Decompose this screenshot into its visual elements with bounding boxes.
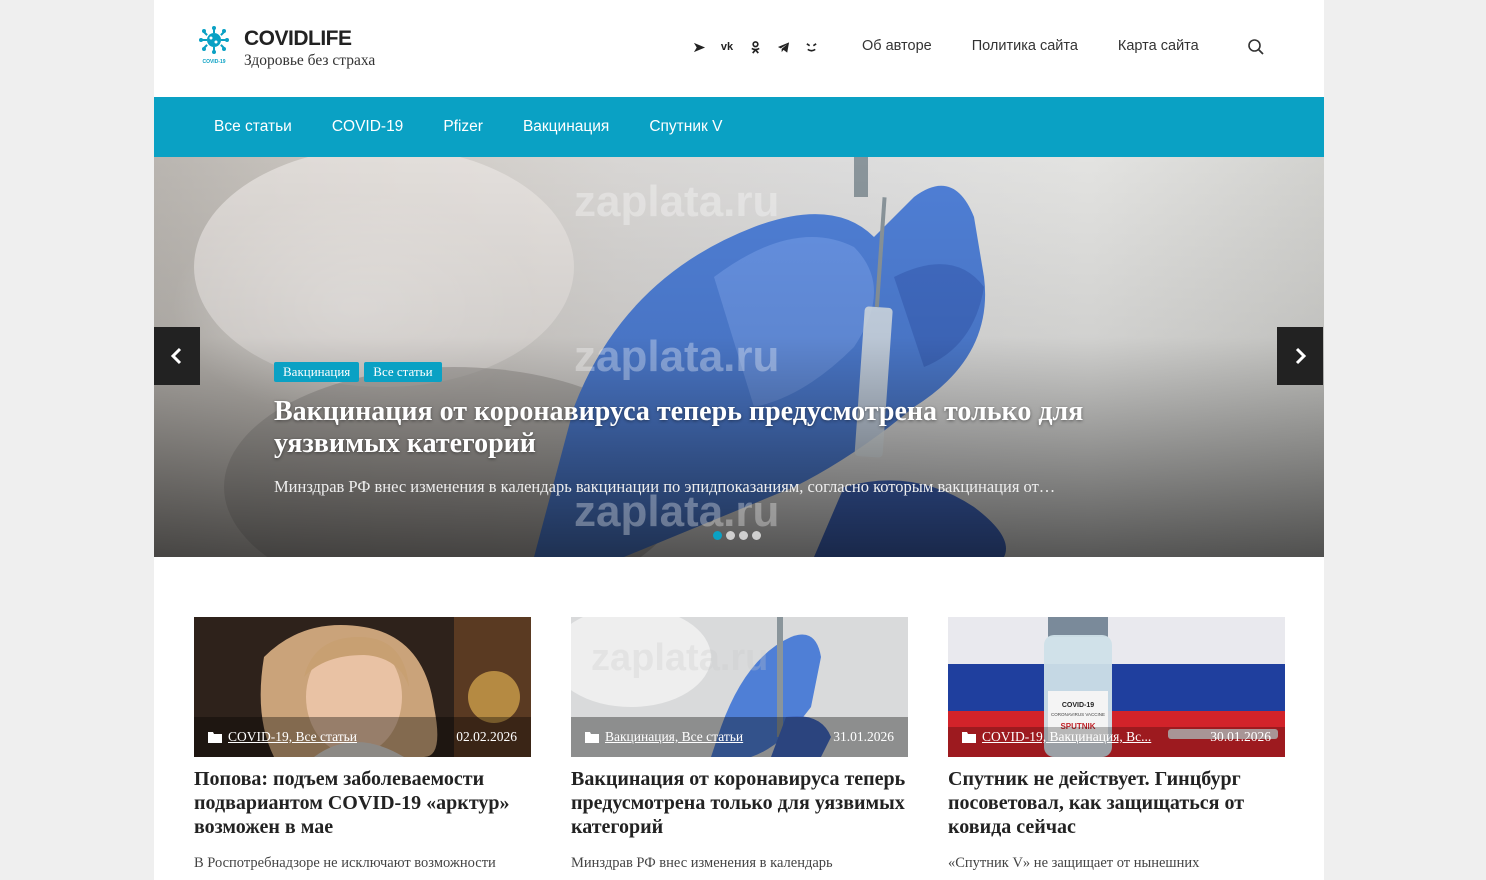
article-date: 02.02.2026 [456,729,517,744]
nav-item-pfizer[interactable]: Pfizer [443,118,483,136]
article-excerpt: «Спутник V» не защищает от нынешних [948,855,1200,871]
virus-logo-icon[interactable]: COVID-19 [198,26,230,66]
nav-item-vaccination[interactable]: Вакцинация [523,118,609,136]
logo-badge-text: COVID-19 [202,59,225,65]
article-date: 31.01.2026 [833,729,894,744]
folder-icon [208,732,222,743]
article-card[interactable]: COVID-19, Все статьи 02.02.2026 Попова: … [194,617,531,873]
nav-item-covid19[interactable]: COVID-19 [332,118,404,136]
share-icon[interactable] [690,39,708,55]
article-date: 30.01.2026 [1210,729,1271,744]
hero-tag-vaccination[interactable]: Вакцинация [274,362,360,382]
article-title[interactable]: Спутник не действует. Гинцбург посоветов… [948,767,1285,839]
vial-sub: CORONAVIRUS VACCINE [1051,712,1105,717]
article-thumbnail[interactable]: zaplata.ru Вакцинация, Все статьи 31.01.… [571,617,908,757]
article-thumbnail[interactable]: COVID-19 CORONAVIRUS VACCINE SPUTNIK COV… [948,617,1285,757]
vial-label: COVID-19 [1062,702,1094,709]
article-thumbnail[interactable]: COVID-19, Все статьи 02.02.2026 [194,617,531,757]
search-icon[interactable] [1247,38,1265,56]
article-meta: COVID-19, Вакцинация, Вс... 30.01.2026 [962,729,1271,745]
hero-excerpt: Минздрав РФ внес изменения в календарь в… [274,477,1056,496]
folder-icon [962,732,976,743]
article-card[interactable]: COVID-19 CORONAVIRUS VACCINE SPUTNIK COV… [948,617,1285,873]
main-nav: Все статьи COVID-19 Pfizer Вакцинация Сп… [154,97,1324,157]
article-meta: Вакцинация, Все статьи 31.01.2026 [585,729,894,745]
article-title[interactable]: Вакцинация от коронавируса теперь предус… [571,767,908,839]
dzen-icon[interactable] [802,39,820,55]
top-link-sitemap[interactable]: Карта сайта [1118,38,1199,54]
slider-next-button[interactable] [1277,327,1323,385]
article-categories[interactable]: Вакцинация, Все статьи [605,729,743,745]
vk-icon[interactable]: vk [718,39,736,55]
hero-slider[interactable]: zaplata.ru zaplata.ru zaplata.ru Вакцина… [154,157,1324,557]
slider-dot[interactable] [713,531,722,540]
slider-dot[interactable] [726,531,735,540]
social-links: vk [690,39,820,55]
chevron-right-icon [1295,347,1307,365]
nav-item-all[interactable]: Все статьи [214,118,292,136]
top-link-about[interactable]: Об авторе [862,38,932,54]
article-meta: COVID-19, Все статьи 02.02.2026 [208,729,517,745]
folder-icon [585,732,599,743]
slider-dot[interactable] [752,531,761,540]
article-list: COVID-19, Все статьи 02.02.2026 Попова: … [194,617,1285,873]
odnoklassniki-icon[interactable] [746,39,764,55]
article-excerpt: В Роспотребнадзоре не исключают возможно… [194,855,496,871]
hero-title[interactable]: Вакцинация от коронавируса теперь предус… [274,396,1204,460]
article-excerpt: Минздрав РФ внес изменения в календарь [571,855,833,871]
nav-item-sputnik[interactable]: Спутник V [649,118,722,136]
chevron-left-icon [170,347,182,365]
top-link-policy[interactable]: Политика сайта [972,38,1078,54]
top-links: Об авторе Политика сайта Карта сайта [862,38,1239,54]
article-title[interactable]: Попова: подъем заболеваемости подвариант… [194,767,531,839]
site-title[interactable]: COVIDLIFE [244,27,352,51]
site-header: COVID-19 COVIDLIFE Здоровье без страха v… [154,0,1324,97]
slider-dot[interactable] [739,531,748,540]
page: COVID-19 COVIDLIFE Здоровье без страха v… [154,0,1324,880]
site-tagline: Здоровье без страха [244,52,376,69]
hero-tags: Вакцинация Все статьи [274,362,442,382]
article-categories[interactable]: COVID-19, Вакцинация, Вс... [982,729,1151,745]
hero-tag-all[interactable]: Все статьи [364,362,442,382]
hero-gradient [154,157,1324,557]
slider-dots [713,531,761,540]
telegram-icon[interactable] [774,39,792,55]
article-categories[interactable]: COVID-19, Все статьи [228,729,357,745]
slider-prev-button[interactable] [154,327,200,385]
article-card[interactable]: zaplata.ru Вакцинация, Все статьи 31.01.… [571,617,908,873]
